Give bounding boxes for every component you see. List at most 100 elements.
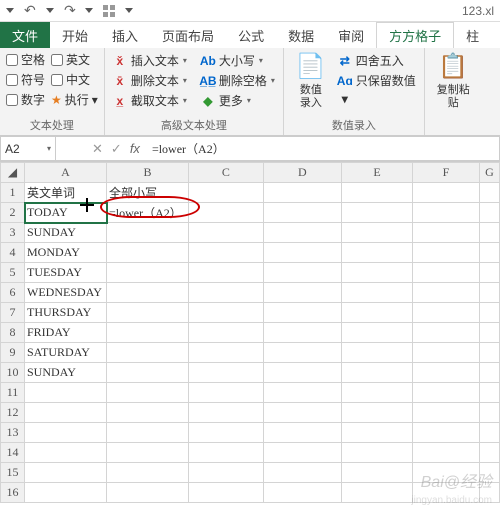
cell[interactable] <box>263 383 341 403</box>
cell[interactable] <box>189 283 264 303</box>
btn-keepnum[interactable]: Aɑ只保留数值 <box>336 71 418 90</box>
cell[interactable]: WEDNESDAY <box>25 283 107 303</box>
tab-layout[interactable]: 页面布局 <box>150 22 226 48</box>
cell[interactable] <box>107 343 189 363</box>
tab-home[interactable]: 开始 <box>50 22 100 48</box>
col-E[interactable]: E <box>342 163 413 183</box>
cell[interactable] <box>25 403 107 423</box>
cell[interactable] <box>412 303 479 323</box>
undo-icon[interactable]: ↶ <box>24 2 36 19</box>
cell[interactable] <box>107 443 189 463</box>
cell[interactable] <box>412 203 479 223</box>
cell[interactable]: SUNDAY <box>25 223 107 243</box>
cell[interactable] <box>107 403 189 423</box>
dropdown-icon[interactable] <box>46 8 54 13</box>
row-12[interactable]: 12 <box>1 403 25 423</box>
btn-paste[interactable]: 📋 复制粘 贴 <box>431 51 476 112</box>
cell[interactable] <box>189 423 264 443</box>
cell[interactable] <box>107 423 189 443</box>
chk-symbol[interactable]: 符号 <box>6 71 45 88</box>
grid[interactable]: ◢ABCDEFG 1英文单词全部小写 2TODAY=lower（A2） 3SUN… <box>0 162 500 503</box>
col-F[interactable]: F <box>412 163 479 183</box>
row-5[interactable]: 5 <box>1 263 25 283</box>
cell[interactable] <box>412 363 479 383</box>
cell[interactable]: THURSDAY <box>25 303 107 323</box>
row-3[interactable]: 3 <box>1 223 25 243</box>
cell[interactable]: SATURDAY <box>25 343 107 363</box>
cell[interactable] <box>480 403 500 423</box>
cell[interactable] <box>480 383 500 403</box>
btn-delspace[interactable]: A̲B̲删除空格▾ <box>199 71 277 90</box>
cell[interactable] <box>342 443 413 463</box>
cell[interactable] <box>412 243 479 263</box>
cell[interactable] <box>263 263 341 283</box>
cell[interactable] <box>480 183 500 203</box>
cell[interactable] <box>189 443 264 463</box>
btn-insert-text[interactable]: x̌插入文本▾ <box>111 51 189 70</box>
cell[interactable] <box>107 363 189 383</box>
cell[interactable] <box>25 443 107 463</box>
tab-more[interactable]: 柱 <box>454 22 491 48</box>
row-4[interactable]: 4 <box>1 243 25 263</box>
tab-file[interactable]: 文件 <box>0 22 50 48</box>
chk-execute[interactable]: ★执行▾ <box>51 91 98 108</box>
cell[interactable] <box>107 263 189 283</box>
cell[interactable] <box>480 323 500 343</box>
cell[interactable]: =lower（A2） <box>107 203 189 223</box>
cell[interactable]: 全部小写 <box>107 183 189 203</box>
cell[interactable] <box>480 423 500 443</box>
col-B[interactable]: B <box>107 163 189 183</box>
chk-space[interactable]: 空格 <box>6 51 45 68</box>
cell[interactable] <box>189 223 264 243</box>
btn-case[interactable]: Ab大小写▾ <box>199 51 277 70</box>
cell[interactable] <box>189 383 264 403</box>
fx-icon[interactable]: fx <box>130 141 140 156</box>
cell[interactable] <box>189 183 264 203</box>
accept-icon[interactable]: ✓ <box>111 141 122 157</box>
col-A[interactable]: A <box>25 163 107 183</box>
row-15[interactable]: 15 <box>1 463 25 483</box>
cell[interactable] <box>107 323 189 343</box>
cell[interactable]: MONDAY <box>25 243 107 263</box>
cell[interactable] <box>342 263 413 283</box>
cell[interactable] <box>342 283 413 303</box>
cell[interactable] <box>263 223 341 243</box>
cell[interactable] <box>189 403 264 423</box>
cell[interactable] <box>412 383 479 403</box>
cell[interactable] <box>342 243 413 263</box>
chk-english[interactable]: 英文 <box>51 51 98 68</box>
cell[interactable] <box>412 283 479 303</box>
cell[interactable] <box>189 303 264 323</box>
cell[interactable] <box>263 343 341 363</box>
cell[interactable]: 英文单词 <box>25 183 107 203</box>
dropdown-icon[interactable] <box>125 8 133 13</box>
row-10[interactable]: 10 <box>1 363 25 383</box>
cancel-icon[interactable]: ✕ <box>92 141 103 157</box>
btn-dropdown[interactable]: ▾ <box>336 91 418 107</box>
cell[interactable] <box>263 463 341 483</box>
dropdown-icon[interactable] <box>85 8 93 13</box>
cell[interactable] <box>107 223 189 243</box>
cell[interactable] <box>263 423 341 443</box>
row-14[interactable]: 14 <box>1 443 25 463</box>
grid-icon[interactable] <box>103 5 115 17</box>
cell[interactable] <box>189 323 264 343</box>
cell[interactable] <box>107 383 189 403</box>
cell[interactable] <box>189 243 264 263</box>
cell[interactable] <box>342 203 413 223</box>
cell[interactable]: FRIDAY <box>25 323 107 343</box>
cell[interactable] <box>189 363 264 383</box>
formula-input[interactable]: =lower（A2） <box>146 136 500 161</box>
cell[interactable] <box>263 403 341 423</box>
cell[interactable] <box>342 463 413 483</box>
cell[interactable] <box>480 303 500 323</box>
redo-icon[interactable]: ↶ <box>64 2 76 19</box>
row-1[interactable]: 1 <box>1 183 25 203</box>
cell[interactable] <box>412 323 479 343</box>
cell[interactable] <box>412 263 479 283</box>
cell[interactable] <box>25 463 107 483</box>
tab-formula[interactable]: 公式 <box>226 22 276 48</box>
tab-review[interactable]: 审阅 <box>326 22 376 48</box>
cell[interactable]: SUNDAY <box>25 363 107 383</box>
cell[interactable] <box>412 343 479 363</box>
